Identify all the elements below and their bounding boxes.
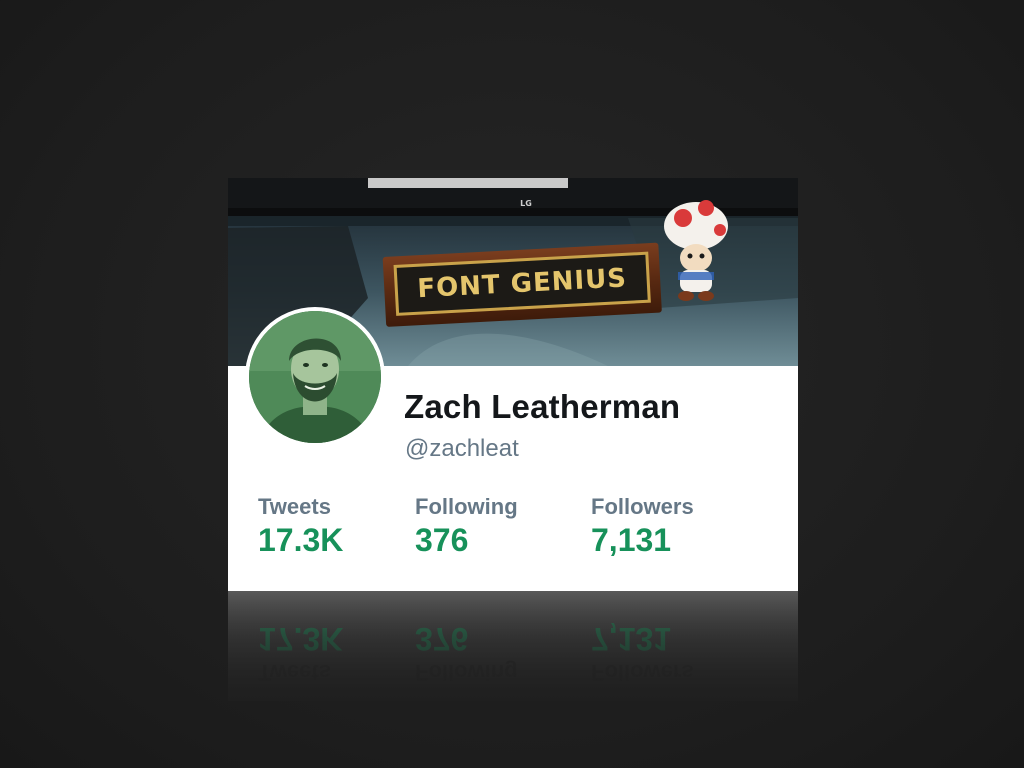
profile-card: FONT GENIUS LG Zach Leatherman @zachleat…	[228, 178, 798, 591]
stat-followers-value: 7,131	[591, 522, 672, 558]
stat-followers[interactable]: Followers 7,131	[591, 494, 694, 559]
stat-following-label: Following	[415, 494, 518, 519]
avatar-photo	[249, 311, 381, 443]
card-reflection: Tweets 17.3K Following 376 Followers 7,1…	[228, 591, 798, 701]
stat-tweets-label: Tweets	[258, 494, 331, 519]
stat-following-value: 376	[415, 522, 469, 558]
profile-handle[interactable]: @zachleat	[405, 435, 519, 463]
stat-following[interactable]: Following 376	[415, 494, 518, 559]
reflection-fade	[228, 591, 798, 701]
avatar[interactable]	[245, 307, 385, 447]
stat-followers-label: Followers	[591, 494, 694, 519]
profile-name[interactable]: Zach Leatherman	[404, 388, 680, 426]
presentation-slide: FONT GENIUS LG Zach Leatherman @zachleat…	[0, 0, 1024, 768]
stat-tweets[interactable]: Tweets 17.3K	[258, 494, 343, 559]
stat-tweets-value: 17.3K	[258, 522, 344, 558]
monitor-brand-logo: LG	[520, 199, 532, 208]
